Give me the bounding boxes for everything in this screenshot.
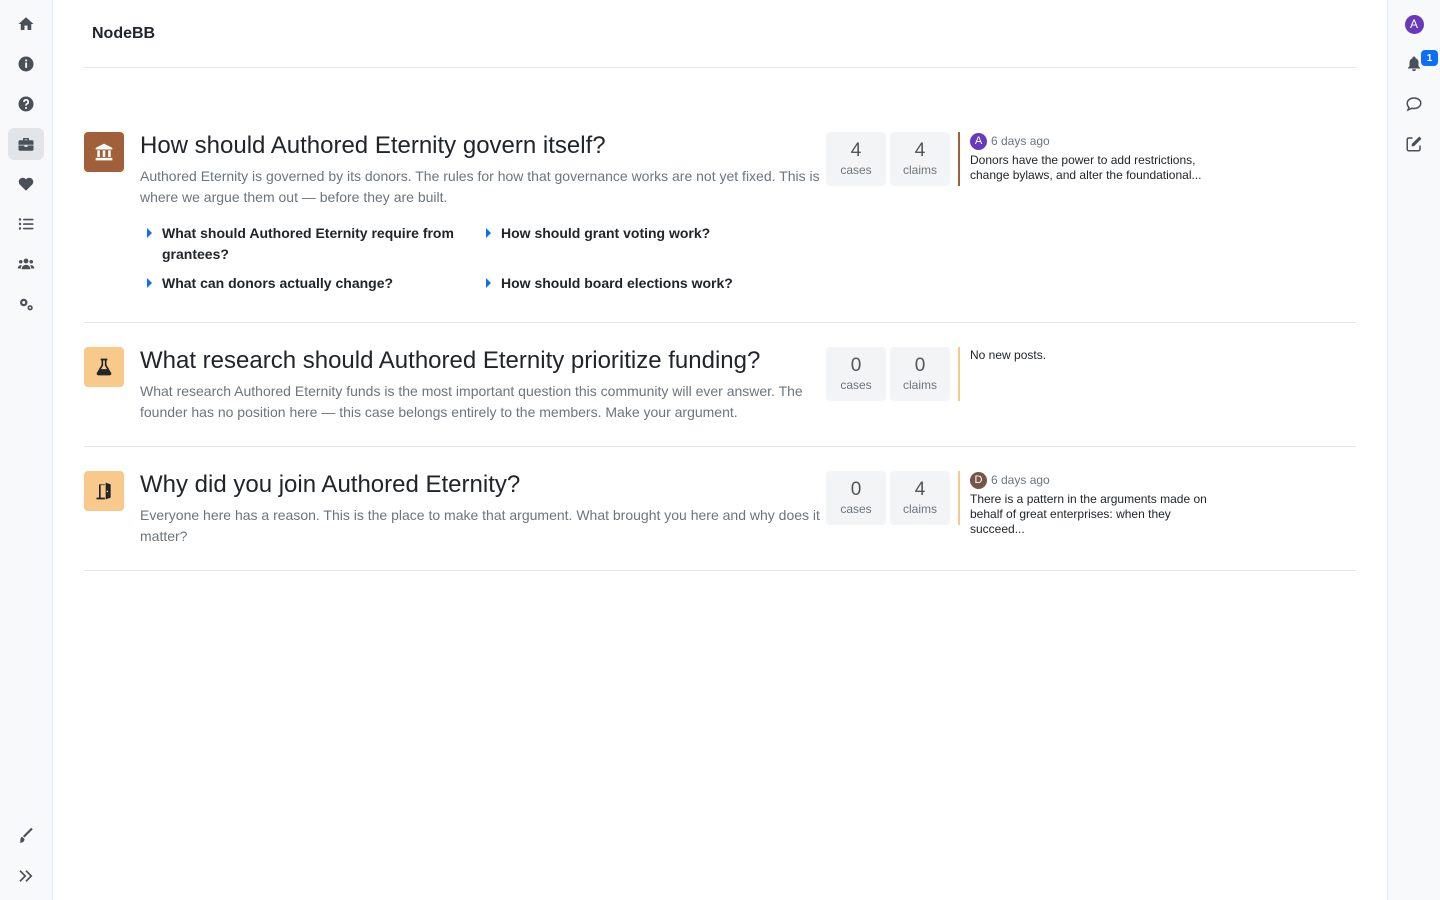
cases-count: 0 cases xyxy=(826,471,886,525)
door-open-icon xyxy=(96,482,111,500)
category-icon xyxy=(84,132,124,172)
subcategory-link[interactable]: How should board elections work? xyxy=(486,273,786,294)
category-description: Everyone here has a reason. This is the … xyxy=(140,507,820,544)
category-description: What research Authored Eternity funds is… xyxy=(140,383,803,420)
users-icon xyxy=(17,258,35,270)
category-title[interactable]: Why did you join Authored Eternity? xyxy=(140,471,520,499)
subcategory-label: How should grant voting work? xyxy=(501,225,711,241)
cases-label: cases xyxy=(840,378,872,392)
caret-right-icon xyxy=(486,228,491,238)
list-icon xyxy=(18,218,34,230)
nav-recent[interactable] xyxy=(8,208,44,240)
subcategory-label: How should board elections work? xyxy=(501,275,733,291)
nav-info[interactable] xyxy=(8,48,44,80)
cases-label: cases xyxy=(840,163,872,177)
cases-value: 0 xyxy=(850,355,862,376)
avatar: A xyxy=(1404,14,1424,34)
nav-admin[interactable] xyxy=(8,288,44,320)
category-icon xyxy=(84,471,124,511)
avatar[interactable]: D xyxy=(970,471,987,489)
subcategory-link[interactable]: What should Authored Eternity require fr… xyxy=(147,223,462,265)
flask-icon xyxy=(96,358,112,376)
notifications-button[interactable]: 1 xyxy=(1396,48,1438,80)
briefcase-icon xyxy=(18,138,34,151)
cases-label: cases xyxy=(840,502,872,516)
claims-value: 4 xyxy=(914,479,926,500)
expand-sidebar-button[interactable] xyxy=(8,860,44,892)
category-row: What research should Authored Eternity p… xyxy=(84,347,1356,447)
cases-value: 0 xyxy=(850,479,862,500)
caret-right-icon xyxy=(147,278,152,288)
new-topic-button[interactable] xyxy=(1396,128,1432,160)
caret-right-icon xyxy=(486,278,491,288)
subcategory-label: What should Authored Eternity require fr… xyxy=(162,225,454,262)
teaser-meta: D 6 days ago xyxy=(970,471,1228,489)
cogs-icon xyxy=(20,298,33,311)
brand-title[interactable]: NodeBB xyxy=(92,25,155,43)
home-icon xyxy=(18,17,34,30)
claims-count: 4 claims xyxy=(890,132,950,186)
category-icon xyxy=(84,347,124,387)
teaser-text[interactable]: Donors have the power to add restriction… xyxy=(970,153,1228,183)
teaser-time[interactable]: 6 days ago xyxy=(991,134,1050,148)
left-sidebar xyxy=(0,0,53,900)
cases-value: 4 xyxy=(850,140,862,161)
right-sidebar: A 1 xyxy=(1387,0,1440,900)
claims-label: claims xyxy=(902,502,937,516)
chats-button[interactable] xyxy=(1396,88,1432,120)
claims-value: 0 xyxy=(914,355,926,376)
nav-home[interactable] xyxy=(8,8,44,40)
teaser-meta: A 6 days ago xyxy=(970,132,1228,150)
edit-icon xyxy=(1406,136,1422,152)
landmark-icon xyxy=(95,143,113,161)
subcategory-link[interactable]: How should grant voting work? xyxy=(486,223,786,244)
nav-users[interactable] xyxy=(8,248,44,280)
header-divider xyxy=(84,67,1356,68)
brush-icon xyxy=(20,827,33,843)
category-title[interactable]: What research should Authored Eternity p… xyxy=(140,347,760,375)
latest-post-teaser[interactable]: D 6 days ago There is a pattern in the a… xyxy=(958,471,1228,536)
category-description: Authored Eternity is governed by its don… xyxy=(140,168,820,205)
expand-icon xyxy=(19,870,33,882)
no-posts-text: No new posts. xyxy=(970,348,1047,362)
user-menu-button[interactable]: A xyxy=(1396,8,1432,40)
info-icon xyxy=(18,56,34,72)
theme-button[interactable] xyxy=(8,820,44,852)
subcategory-link[interactable]: What can donors actually change? xyxy=(147,273,462,294)
category-row: How should Authored Eternity govern itse… xyxy=(84,132,1356,323)
latest-post-teaser: No new posts. xyxy=(958,347,1228,401)
nav-categories[interactable] xyxy=(8,128,44,160)
nav-popular[interactable] xyxy=(8,168,44,200)
claims-count: 0 claims xyxy=(890,347,950,401)
subcategory-label: What can donors actually change? xyxy=(162,275,394,291)
heart-icon xyxy=(18,177,34,191)
category-row: Why did you join Authored Eternity? Ever… xyxy=(84,471,1356,571)
notification-count-badge: 1 xyxy=(1421,50,1438,66)
avatar[interactable]: A xyxy=(970,132,987,150)
claims-label: claims xyxy=(902,163,937,177)
latest-post-teaser[interactable]: A 6 days ago Donors have the power to ad… xyxy=(958,132,1228,186)
cases-count: 4 cases xyxy=(826,132,886,186)
cases-count: 0 cases xyxy=(826,347,886,401)
teaser-text[interactable]: There is a pattern in the arguments made… xyxy=(970,492,1228,537)
category-title[interactable]: How should Authored Eternity govern itse… xyxy=(140,132,606,160)
nav-help[interactable] xyxy=(8,88,44,120)
claims-value: 4 xyxy=(914,140,926,161)
chat-icon xyxy=(1406,97,1422,112)
caret-right-icon xyxy=(147,228,152,238)
claims-label: claims xyxy=(902,378,937,392)
teaser-time[interactable]: 6 days ago xyxy=(991,473,1050,487)
claims-count: 4 claims xyxy=(890,471,950,525)
help-icon xyxy=(18,96,34,112)
